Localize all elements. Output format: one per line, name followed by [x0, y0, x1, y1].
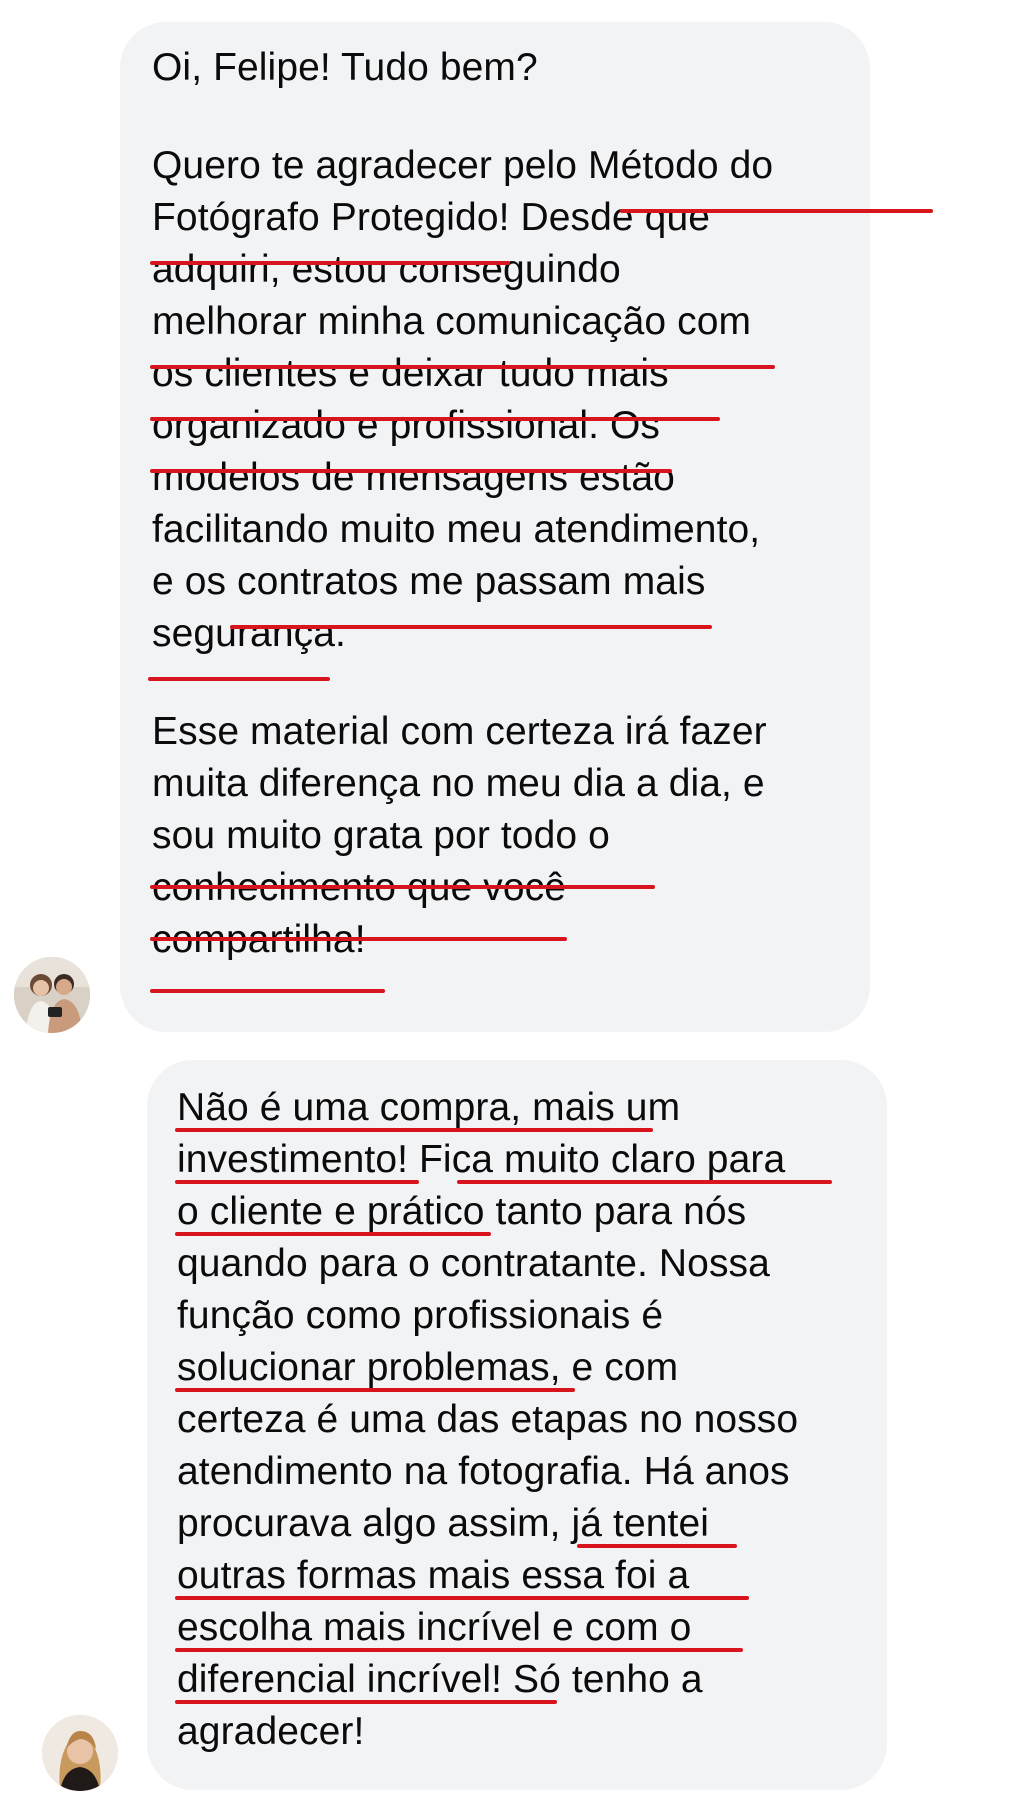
highlight-underline: [150, 989, 385, 993]
message-line: outras formas mais essa foi a: [177, 1554, 690, 1597]
highlight-underline: [175, 1388, 575, 1392]
message-line: sou muito grata por todo o: [152, 814, 610, 857]
highlight-underline: [175, 1648, 743, 1652]
message-line: facilitando muito meu atendimento,: [152, 508, 761, 551]
message-line: os clientes e deixar tudo mais: [152, 352, 669, 395]
highlight-underline: [230, 625, 712, 629]
highlight-underline: [577, 1544, 737, 1548]
message-bubble-1: Oi, Felipe! Tudo bem? Quero te agradecer…: [120, 22, 933, 1032]
message-line: função como profissionais é: [177, 1294, 664, 1337]
highlight-underline: [150, 885, 655, 889]
message-line: e os contratos me passam mais: [152, 560, 706, 603]
message-line: Esse material com certeza irá fazer: [152, 710, 767, 753]
message-line: Quero te agradecer pelo Método do: [152, 144, 774, 187]
message-line: organizado e profissional. Os: [152, 404, 661, 447]
sender-avatar-couple-icon[interactable]: [14, 957, 90, 1033]
message-line: diferencial incrível! Só tenho a: [177, 1658, 703, 1701]
highlight-underline: [150, 417, 720, 421]
message-line: melhorar minha comunicação com: [152, 300, 752, 343]
message-line: Não é uma compra, mais um: [177, 1086, 681, 1129]
message-line: escolha mais incrível e com o: [177, 1606, 692, 1649]
message-line: Oi, Felipe! Tudo bem?: [152, 46, 538, 89]
highlight-underline: [620, 209, 933, 213]
message-line: quando para o contratante. Nossa: [177, 1242, 770, 1285]
message-line: procurava algo assim, já tentei: [177, 1502, 710, 1545]
message-bubble-2: Não é uma compra, mais um investimento! …: [147, 1060, 887, 1790]
highlight-underline: [175, 1128, 653, 1132]
message-line: segurança.: [152, 612, 346, 655]
sender-avatar-woman-icon[interactable]: [42, 1715, 118, 1791]
message-line: agradecer!: [177, 1710, 365, 1753]
highlight-underline: [175, 1596, 749, 1600]
message-line: certeza é uma das etapas no nosso: [177, 1398, 799, 1441]
message-line: atendimento na fotografia. Há anos: [177, 1450, 790, 1493]
highlight-underline: [175, 1180, 419, 1184]
highlight-underline: [150, 937, 567, 941]
highlight-underline: [457, 1180, 832, 1184]
message-line: o cliente e prático tanto para nós: [177, 1190, 747, 1233]
message-line: muita diferença no meu dia a dia, e: [152, 762, 765, 805]
highlight-underline: [150, 261, 510, 265]
message-line: solucionar problemas, e com: [177, 1346, 679, 1389]
message-line: Fotógrafo Protegido! Desde que: [152, 196, 711, 239]
message-line: adquiri, estou conseguindo: [152, 248, 621, 291]
highlight-underline: [148, 677, 330, 681]
highlight-underline: [150, 469, 672, 473]
message-line: investimento! Fica muito claro para: [177, 1138, 786, 1181]
highlight-underline: [175, 1700, 557, 1704]
highlight-underline: [175, 1232, 491, 1236]
message-line: modelos de mensagens estão: [152, 456, 675, 499]
highlight-underline: [150, 365, 775, 369]
